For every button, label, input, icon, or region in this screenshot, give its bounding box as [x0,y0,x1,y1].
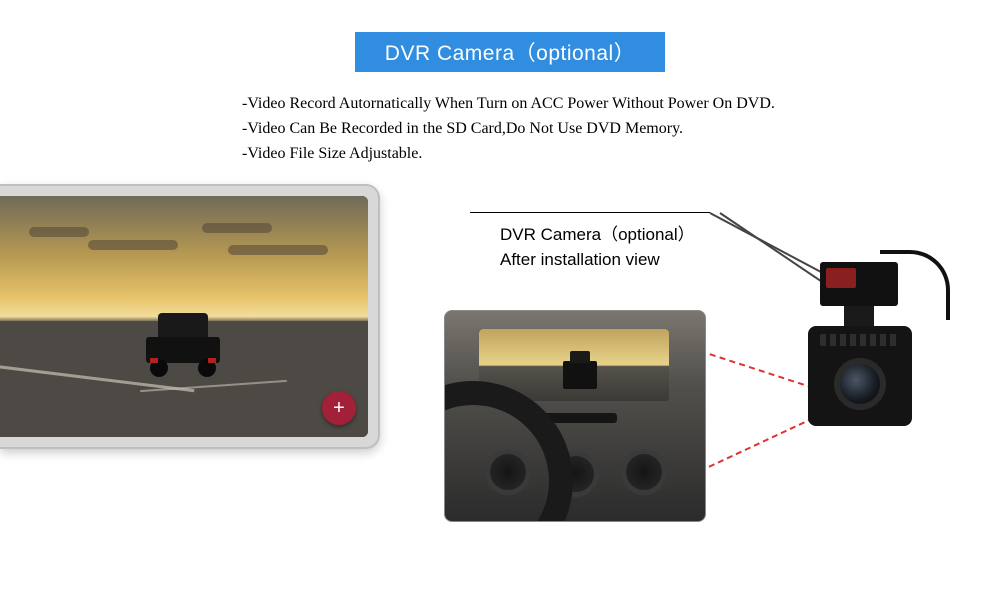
dvr-camera [800,262,920,447]
installation-view [444,310,706,522]
camera-mount [820,262,898,306]
device-screen: + [0,196,368,437]
section-title-bar: DVR Camera（optional） [355,32,665,72]
callout-line-1: DVR Camera（optional） [500,223,695,248]
callout-line-2: After installation view [500,248,695,273]
clouds [0,220,368,292]
feature-bullet-1: -Video Record Autornatically When Turn o… [242,92,775,117]
camera-body [808,326,912,426]
feature-bullet-2: -Video Can Be Recorded in the SD Card,Do… [242,117,775,142]
truck-graphic [140,307,226,377]
callout-label: DVR Camera（optional） After installation … [500,223,695,272]
steering-wheel [444,381,573,522]
add-icon[interactable]: + [322,391,356,425]
pointer-line [470,212,710,213]
camera-lens [834,358,886,410]
plus-glyph: + [333,397,345,420]
section-title-text: DVR Camera（optional） [385,37,635,67]
device-frame: + [0,184,380,449]
air-vent [621,449,667,495]
feature-bullet-3: -Video File Size Adjustable. [242,142,775,167]
feature-description: -Video Record Autornatically When Turn o… [242,92,775,166]
